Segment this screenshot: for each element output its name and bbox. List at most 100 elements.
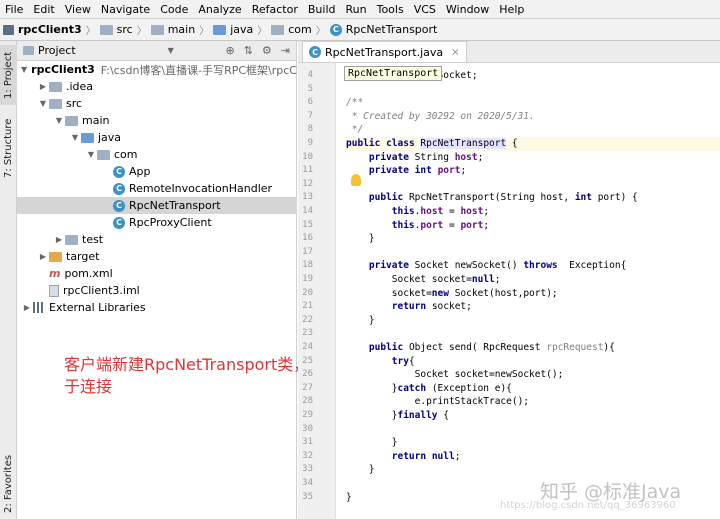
class-icon: C — [113, 199, 125, 212]
code-line: }catch (Exception e){ — [346, 382, 512, 394]
menu-file[interactable]: File — [0, 0, 28, 19]
line-number: 28 — [302, 396, 313, 407]
menu-vcs[interactable]: VCS — [409, 0, 441, 19]
expanded-arrow-icon[interactable]: ▼ — [69, 133, 81, 142]
line-number: 27 — [302, 382, 313, 393]
class-icon: C — [113, 216, 125, 229]
menu-window[interactable]: Window — [441, 0, 494, 19]
tree-item-app[interactable]: C App — [17, 163, 297, 180]
expanded-arrow-icon[interactable]: ▼ — [85, 150, 97, 159]
line-number: 14 — [302, 206, 313, 216]
code-line: this.host = host; — [391, 206, 490, 217]
class-icon: C — [329, 23, 342, 36]
folder-icon — [65, 234, 78, 245]
project-panel-header: Project ▼ ⊕ ⇅ ⚙ ⇥ — [17, 41, 296, 61]
code-line: } — [346, 437, 398, 449]
menu-help[interactable]: Help — [494, 0, 529, 19]
tree-item-target[interactable]: ▶ target — [17, 248, 297, 265]
menu-edit[interactable]: Edit — [28, 0, 59, 19]
chevron-right-icon: 〉 — [85, 26, 96, 37]
line-number: 10 — [302, 151, 313, 162]
tree-item-external-libraries[interactable]: ▶ External Libraries — [17, 299, 297, 316]
settings-gear-icon[interactable]: ⚙ — [262, 44, 272, 57]
expanded-arrow-icon[interactable]: ▼ — [53, 116, 65, 125]
line-number: 30 — [302, 423, 313, 434]
line-number: 18 — [302, 260, 313, 271]
menu-view[interactable]: View — [60, 0, 96, 19]
editor-tab-rpc-net-transport[interactable]: C RpcNetTransport.java × — [302, 41, 467, 62]
code-line: this.port = port; — [391, 219, 490, 231]
line-number: 31 — [302, 437, 313, 448]
line-number: 5 — [307, 83, 313, 94]
line-number: 11 — [302, 165, 313, 176]
folder-icon — [99, 24, 113, 35]
menu-tools[interactable]: Tools — [372, 0, 409, 19]
favorites-tool-tab[interactable]: 2: Favorites — [0, 453, 17, 515]
locate-icon[interactable]: ⊕ — [225, 44, 234, 57]
code-line: /** — [346, 97, 364, 109]
tree-item-com[interactable]: ▼ com — [17, 146, 297, 163]
line-number: 23 — [302, 328, 313, 339]
menu-analyze[interactable]: Analyze — [193, 0, 246, 19]
line-number: 13 — [302, 192, 313, 203]
line-number: 12 — [302, 178, 313, 189]
tree-item-idea[interactable]: ▶ .idea — [17, 78, 297, 95]
breadcrumb-project[interactable]: rpcClient3 — [3, 23, 82, 36]
code-line: return null; — [391, 450, 461, 462]
dropdown-arrow-icon[interactable]: ▼ — [168, 46, 174, 55]
expanded-arrow-icon[interactable]: ▼ — [21, 65, 27, 74]
line-number: 16 — [302, 233, 313, 244]
code-line: } — [346, 491, 352, 503]
tree-item-src[interactable]: ▼ src — [17, 95, 297, 112]
breadcrumb: rpcClient3 〉 src 〉 main 〉 java 〉 com 〉 C… — [0, 19, 720, 41]
tree-item-java[interactable]: ▼ java — [17, 129, 297, 146]
tree-item-main[interactable]: ▼ main — [17, 112, 297, 129]
code-line: * Created by 30292 on 2020/5/31. — [346, 110, 535, 122]
line-number: 33 — [302, 464, 313, 475]
project-view-selector[interactable]: Project — [38, 44, 76, 57]
tree-item-pom[interactable]: m pom.xml — [17, 265, 297, 282]
menu-navigate[interactable]: Navigate — [96, 0, 155, 19]
tree-item-rpc-net-transport[interactable]: C RpcNetTransport — [17, 197, 297, 214]
folder-icon — [65, 115, 78, 126]
source-folder-icon — [81, 132, 94, 143]
line-number: 20 — [302, 287, 313, 298]
chevron-right-icon: 〉 — [199, 26, 210, 37]
hide-panel-icon[interactable]: ⇥ — [281, 44, 290, 57]
close-icon[interactable]: × — [451, 47, 459, 58]
breadcrumb-java[interactable]: java — [213, 23, 253, 36]
line-number: 34 — [302, 478, 313, 488]
code-area[interactable]: import java.net.Socket;/** * Created by … — [346, 63, 720, 519]
project-tool-tab[interactable]: 1: Project — [0, 45, 17, 105]
code-line: } — [346, 233, 375, 245]
collapsed-arrow-icon[interactable]: ▶ — [21, 303, 33, 312]
file-icon — [49, 284, 59, 297]
code-line: Socket socket=null; — [346, 274, 501, 285]
menu-code[interactable]: Code — [155, 0, 193, 19]
tree-item-test[interactable]: ▶ test — [17, 231, 297, 248]
code-line: return socket; — [391, 301, 472, 313]
menu-run[interactable]: Run — [341, 0, 372, 19]
tree-item-rpc-proxy-client[interactable]: C RpcProxyClient — [17, 214, 297, 231]
line-number: 6 — [307, 97, 313, 108]
line-number: 17 — [302, 246, 313, 257]
breadcrumb-com[interactable]: com — [271, 23, 312, 36]
menu-build[interactable]: Build — [303, 0, 341, 19]
breadcrumb-file[interactable]: C RpcNetTransport — [329, 23, 437, 36]
collapsed-arrow-icon[interactable]: ▶ — [37, 82, 49, 91]
collapse-all-icon[interactable]: ⇅ — [244, 44, 253, 57]
breadcrumb-main[interactable]: main — [150, 23, 195, 36]
expanded-arrow-icon[interactable]: ▼ — [37, 99, 49, 108]
annotation-text: 客户端新建RpcNetTransport类，用于连接 — [64, 355, 326, 396]
tree-item-iml[interactable]: rpcClient3.iml — [17, 282, 297, 299]
library-icon — [33, 302, 45, 313]
tree-item-remote-invocation-handler[interactable]: C RemoteInvocationHandler — [17, 180, 297, 197]
menu-refactor[interactable]: Refactor — [247, 0, 303, 19]
structure-tool-tab[interactable]: 7: Structure — [0, 113, 17, 183]
code-line: private int port; — [368, 165, 467, 177]
chevron-right-icon: 〉 — [315, 26, 326, 37]
tree-item-project-root[interactable]: ▼ rpcClient3 F:\csdn博客\直播课-手写RPC框架\rpcCl… — [17, 61, 310, 78]
breadcrumb-src[interactable]: src — [99, 23, 133, 36]
collapsed-arrow-icon[interactable]: ▶ — [37, 252, 49, 261]
collapsed-arrow-icon[interactable]: ▶ — [53, 235, 65, 244]
